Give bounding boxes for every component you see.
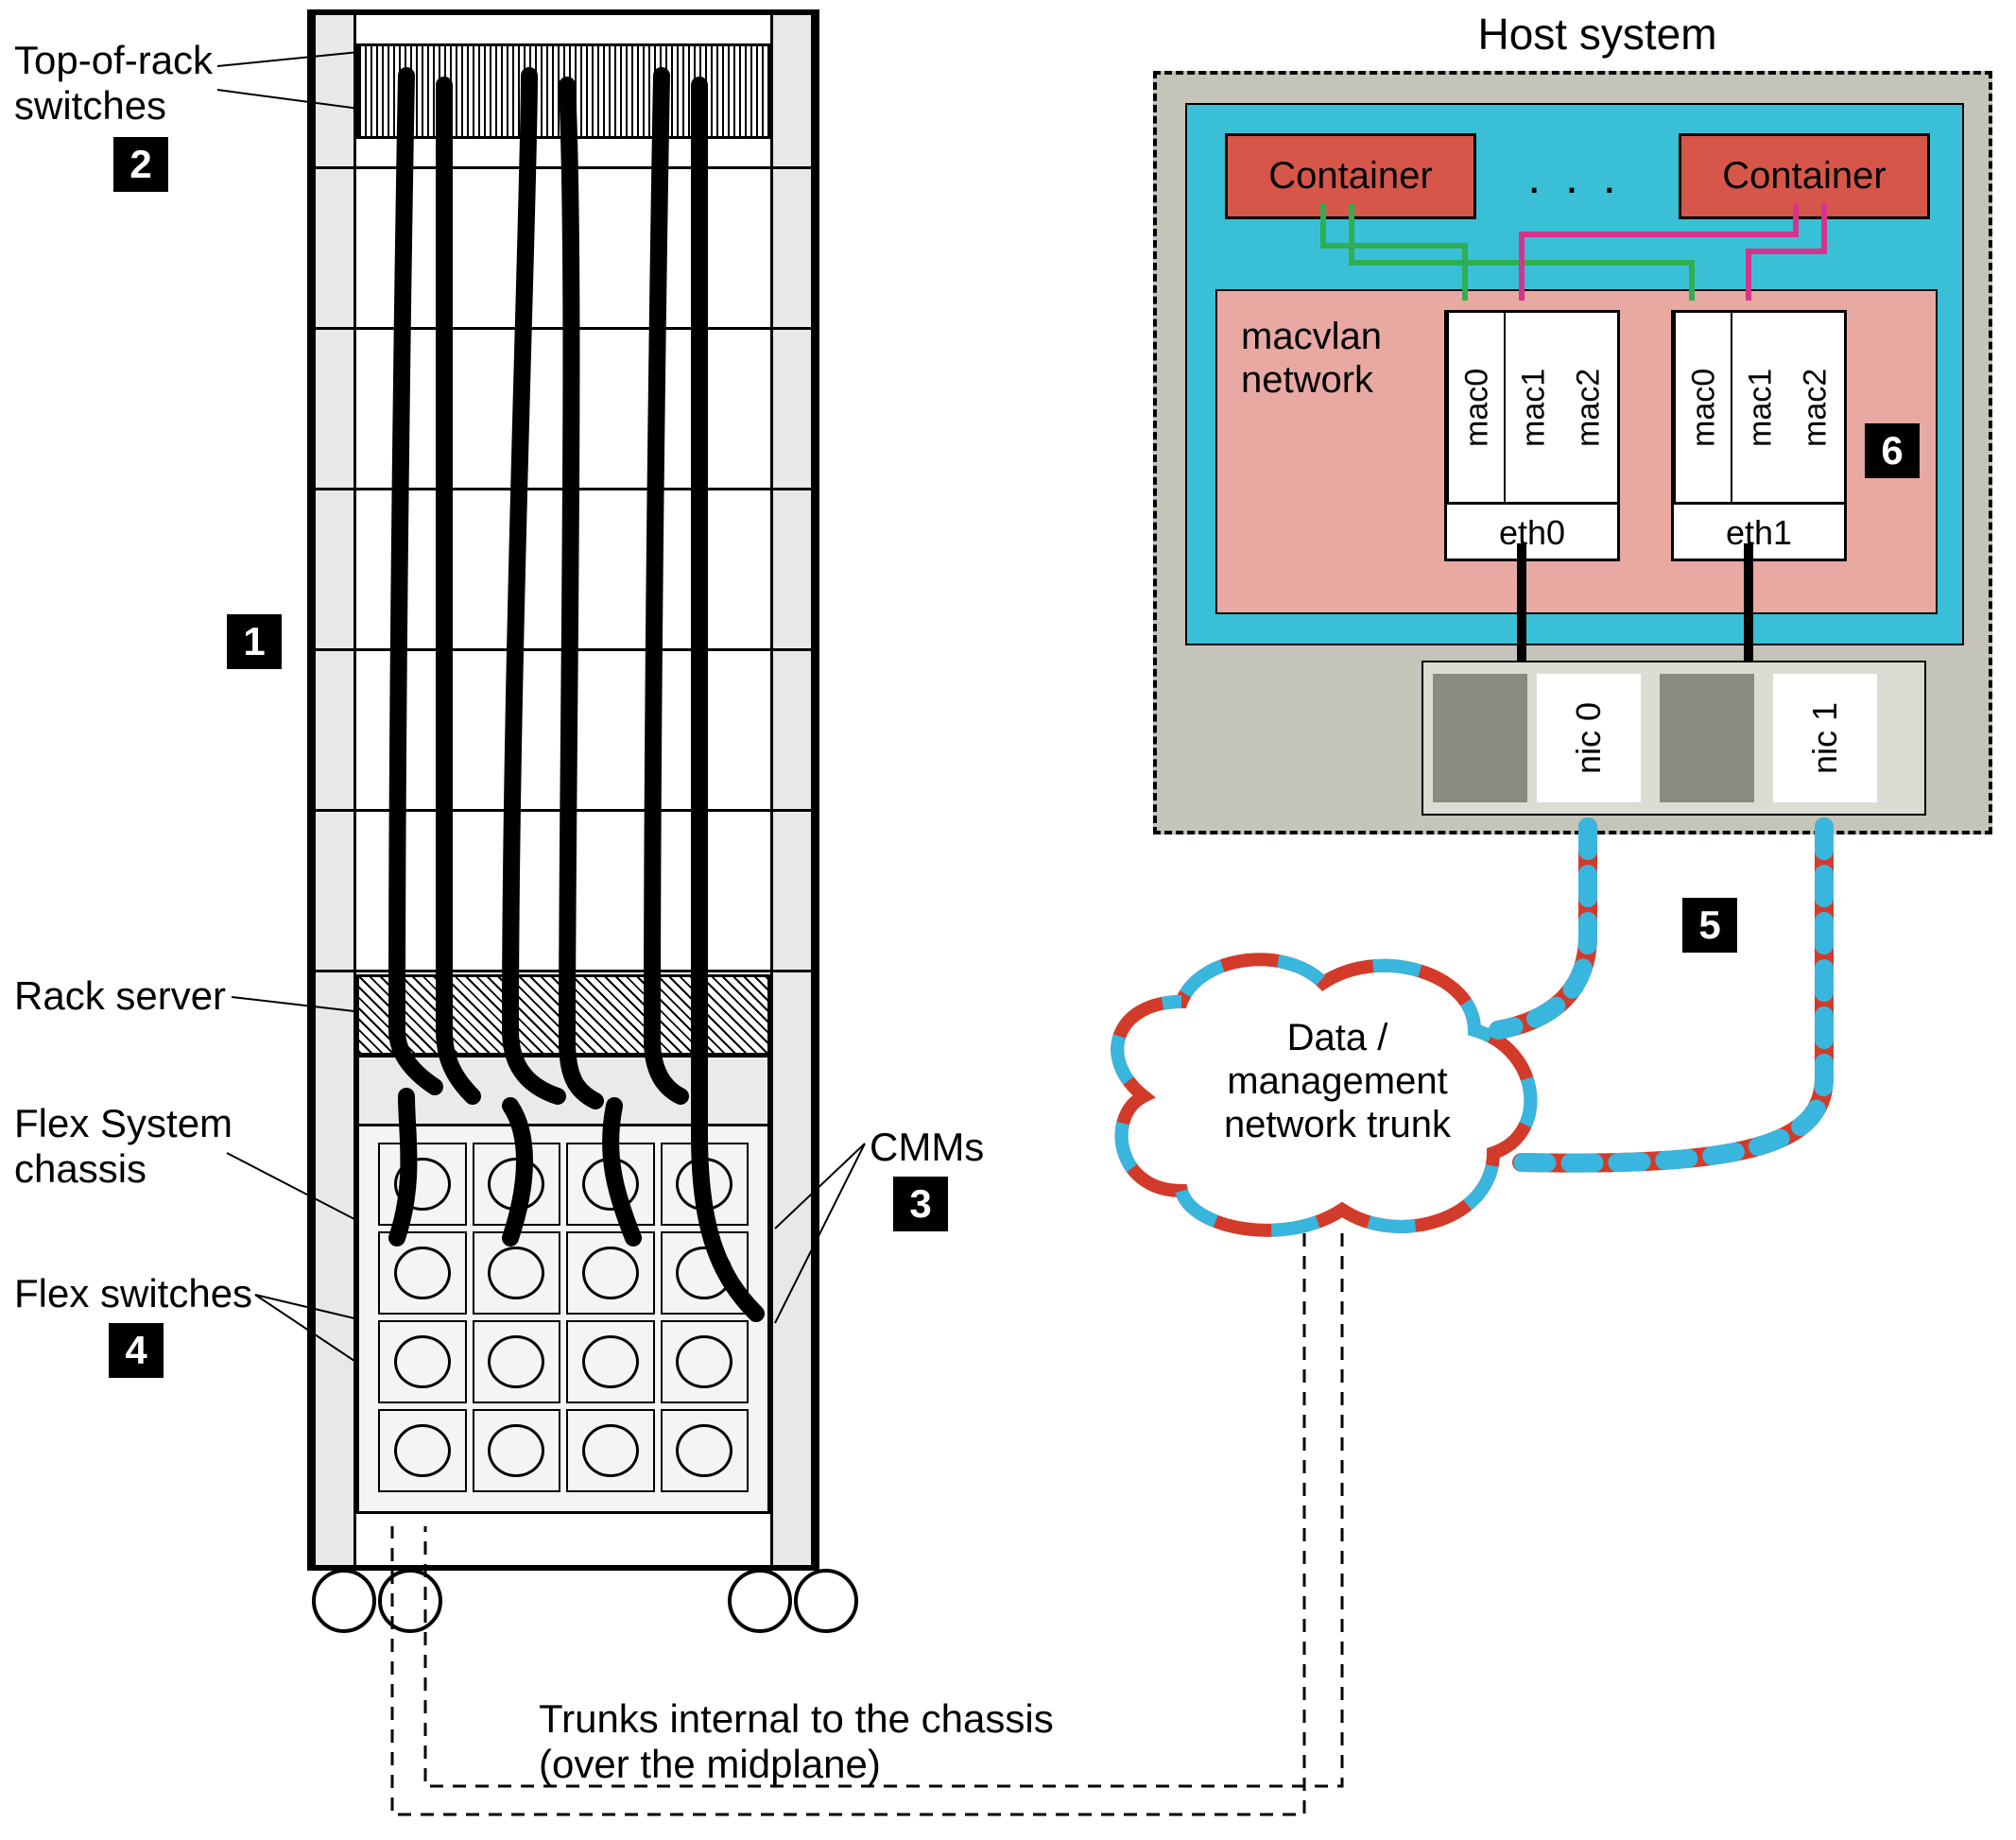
macvlan-label: macvlan network bbox=[1241, 315, 1382, 402]
eth1-mac1: mac1 bbox=[1731, 313, 1789, 502]
rack-server-label: Rack server bbox=[14, 973, 226, 1019]
tor-switches-label: Top-of-rack switches bbox=[14, 38, 213, 129]
badge-4: 4 bbox=[109, 1323, 164, 1378]
nic0: nic 0 bbox=[1537, 674, 1641, 802]
trunks-label: Trunks internal to the chassis (over the… bbox=[539, 1696, 1125, 1788]
badge-5: 5 bbox=[1682, 898, 1737, 953]
eth1-label: eth1 bbox=[1674, 513, 1844, 553]
cloud-text: Data / management network trunk bbox=[1163, 1016, 1512, 1146]
flex-chassis-label: Flex System chassis bbox=[14, 1101, 233, 1193]
server-rack bbox=[307, 9, 819, 1571]
rack-foot-icon bbox=[794, 1569, 858, 1633]
trunk-cables bbox=[1498, 827, 1824, 1163]
rack-foot-icon bbox=[728, 1569, 792, 1633]
badge-1: 1 bbox=[227, 614, 282, 669]
rack-foot-icon bbox=[378, 1569, 442, 1633]
cmms-label: CMMs bbox=[870, 1125, 984, 1170]
nic-area: nic 0 nic 1 bbox=[1422, 661, 1926, 816]
badge-2: 2 bbox=[113, 137, 168, 192]
eth0-block: mac0 mac1 mac2 eth0 bbox=[1444, 310, 1620, 561]
eth1-block: mac0 mac1 mac2 eth1 bbox=[1671, 310, 1847, 561]
container-label: Container bbox=[1722, 155, 1886, 198]
nic-dark-mid bbox=[1660, 674, 1754, 802]
badge-3: 3 bbox=[893, 1177, 948, 1231]
host-system-box: Container . . . Container macvlan networ… bbox=[1153, 71, 1992, 834]
eth0-mac2: mac2 bbox=[1560, 313, 1617, 502]
docker-network-box: Container . . . Container macvlan networ… bbox=[1185, 103, 1964, 645]
eth0-label: eth0 bbox=[1447, 513, 1617, 553]
container-right: Container bbox=[1679, 133, 1930, 219]
host-system-title: Host system bbox=[1408, 9, 1786, 60]
badge-6: 6 bbox=[1865, 423, 1920, 478]
rack-foot-icon bbox=[312, 1569, 376, 1633]
macvlan-network-box: macvlan network mac0 mac1 mac2 eth0 mac0… bbox=[1215, 289, 1938, 614]
container-label: Container bbox=[1268, 155, 1432, 198]
nic-dark-left bbox=[1433, 674, 1527, 802]
eth0-mac1: mac1 bbox=[1504, 313, 1562, 502]
nic1: nic 1 bbox=[1773, 674, 1877, 802]
eth1-mac0: mac0 bbox=[1674, 313, 1732, 502]
flex-switches-label: Flex switches bbox=[14, 1271, 252, 1316]
eth0-mac0: mac0 bbox=[1447, 313, 1506, 502]
eth1-mac2: mac2 bbox=[1787, 313, 1844, 502]
container-left: Container bbox=[1225, 133, 1476, 219]
ellipsis: . . . bbox=[1527, 150, 1622, 205]
